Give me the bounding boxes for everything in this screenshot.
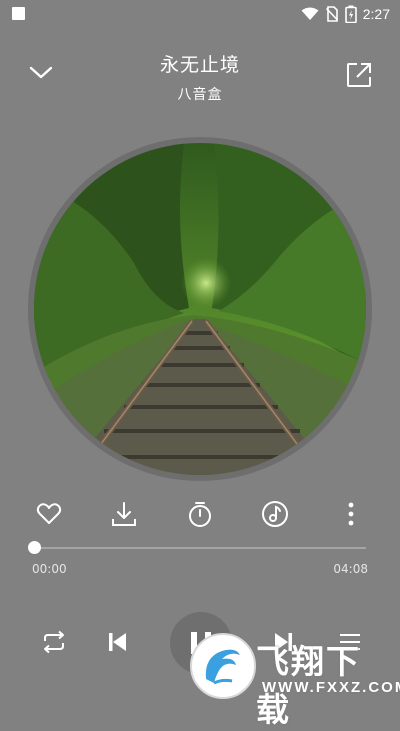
watermark: 飞翔下载 WWW.FXXZ.COM xyxy=(190,633,400,729)
no-sim-icon xyxy=(325,6,338,22)
share-icon xyxy=(347,63,371,87)
player-header: 永无止境 八音盒 xyxy=(0,40,400,110)
seek-bar-thumb[interactable] xyxy=(28,541,41,554)
more-vert-icon xyxy=(348,502,354,526)
download-icon xyxy=(112,502,136,526)
more-button[interactable] xyxy=(334,497,368,531)
artist-name: 八音盒 xyxy=(177,87,223,103)
repeat-icon xyxy=(44,630,64,654)
album-art[interactable] xyxy=(34,143,366,475)
watermark-logo-icon xyxy=(190,633,256,699)
status-bar: 2:27 xyxy=(0,0,400,28)
sleep-timer-button[interactable] xyxy=(183,497,217,531)
action-row xyxy=(0,497,400,533)
repeat-button[interactable] xyxy=(38,626,70,658)
favorite-button[interactable] xyxy=(32,497,66,531)
share-button[interactable] xyxy=(346,62,372,88)
download-button[interactable] xyxy=(107,497,141,531)
seek-bar[interactable] xyxy=(28,541,366,554)
status-time: 2:27 xyxy=(362,6,390,22)
sound-effect-button[interactable] xyxy=(258,497,292,531)
timer-icon xyxy=(189,502,211,527)
total-time: 04:08 xyxy=(333,562,368,576)
notification-icon xyxy=(12,7,25,20)
watermark-url: WWW.FXXZ.COM xyxy=(262,679,400,696)
heart-icon xyxy=(36,503,62,524)
music-note-icon xyxy=(262,501,288,527)
status-icons: 2:27 xyxy=(301,3,390,25)
battery-charging-icon xyxy=(344,5,357,23)
previous-icon xyxy=(109,633,126,651)
current-time: 00:00 xyxy=(32,562,67,576)
wifi-icon xyxy=(301,7,319,20)
previous-button[interactable] xyxy=(101,626,133,658)
song-title: 永无止境 xyxy=(159,54,240,76)
